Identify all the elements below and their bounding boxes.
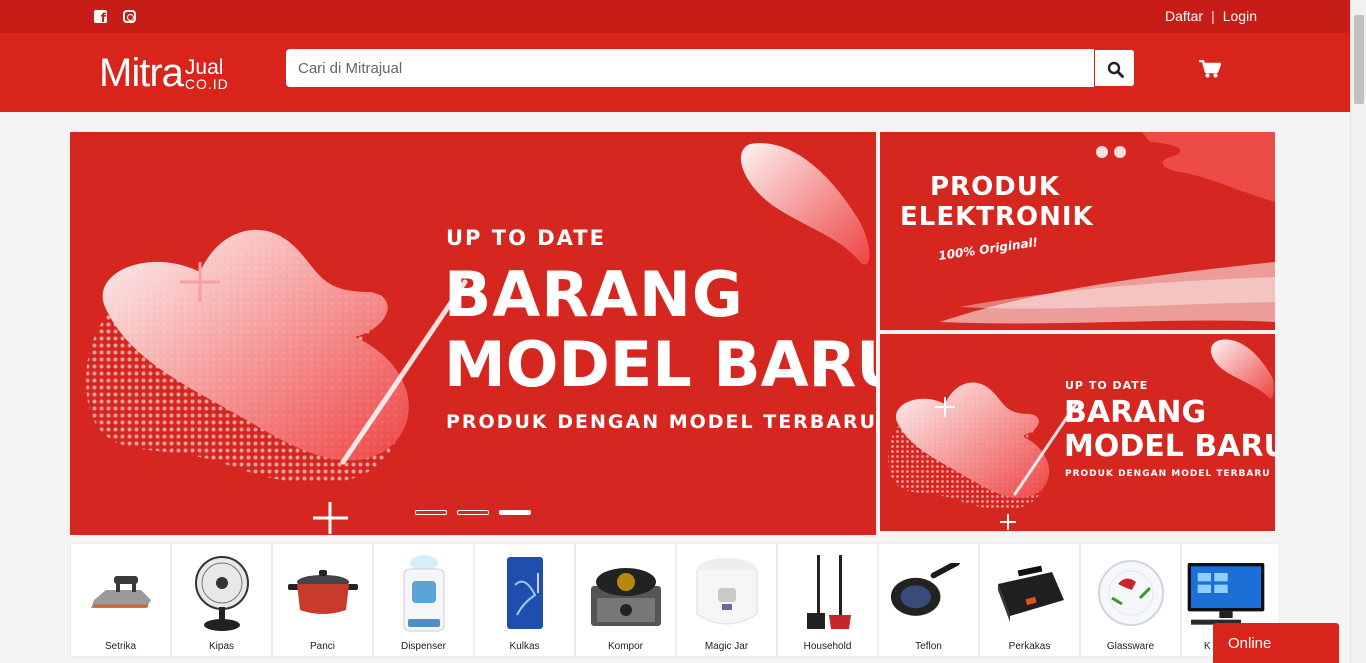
dustpan-icon [788,552,868,634]
toolbox-icon [990,552,1070,634]
cart-icon[interactable] [1199,60,1221,78]
fridge-icon [485,552,565,634]
category-setrika[interactable]: Setrika [70,543,171,657]
category-panci[interactable]: Panci [272,543,373,657]
category-household[interactable]: Household [777,543,878,657]
side-banner-title-line2: MODEL BARU [1064,429,1275,464]
category-label: Glassware [1106,641,1155,652]
hero-title-line1: BARANG [444,258,744,331]
logo-main-text: Mitra [99,51,184,95]
side-banner-title-line1: BARANG [1064,395,1207,430]
scrollbar-thumb[interactable] [1354,15,1364,104]
category-teflon[interactable]: Teflon [878,543,979,657]
facebook-icon[interactable] [94,10,107,25]
category-kipas[interactable]: Kipas [171,543,272,657]
category-strip: Setrika Kipas Panci Dispenser Kulkas Kom… [70,543,1278,657]
category-label: Panci [309,641,335,652]
login-link[interactable]: Login [1223,8,1257,24]
category-glassware[interactable]: Glassware [1080,543,1181,657]
stove-icon [586,552,666,634]
search-bar [286,49,1135,87]
side-banner-line1: PRODUK [930,172,1061,202]
category-label: Household [803,641,852,652]
dispenser-icon [384,552,464,634]
monitor-icon [1186,552,1266,634]
side-banner-new-model[interactable]: UP TO DATE BARANG MODEL BARU PRODUK DENG… [880,334,1275,531]
hero-tagline: PRODUK DENGAN MODEL TERBARU [446,411,876,433]
social-links [94,10,136,25]
category-label: Setrika [104,641,137,652]
pot-icon [283,552,363,634]
side-banner-kicker: UP TO DATE [1065,379,1149,392]
header: Mitra Jual CO.ID [0,33,1350,112]
iron-icon [81,552,161,634]
register-link[interactable]: Daftar [1165,8,1203,24]
logo-sub-top: Jual [184,56,224,79]
rice-cooker-icon [687,552,767,634]
search-button[interactable] [1094,49,1135,87]
category-magic-jar[interactable]: Magic Jar [676,543,777,657]
instagram-icon[interactable] [123,10,136,23]
carousel-dot-active[interactable] [499,510,531,515]
frying-pan-icon [889,552,969,634]
search-input[interactable] [286,49,1086,87]
category-kompor[interactable]: Kompor [575,543,676,657]
category-perkakas[interactable]: Perkakas [979,543,1080,657]
side-banner-tagline: PRODUK DENGAN MODEL TERBARU [1065,469,1271,479]
category-dispenser[interactable]: Dispenser [373,543,474,657]
category-label: Magic Jar [704,641,749,652]
category-label: Kulkas [509,641,540,652]
search-icon [1107,61,1124,78]
auth-links: Daftar | Login [1165,8,1257,24]
hero-banner[interactable]: UP TO DATE BARANG MODEL BARU PRODUK DENG… [70,132,876,535]
plate-icon [1091,552,1171,634]
auth-separator: | [1211,8,1215,24]
side-banner-line2: ELEKTRONIK [900,202,1094,232]
fan-icon [182,552,262,634]
category-label: Kipas [208,641,234,652]
carousel-indicators [415,510,531,515]
hero-title-line2: MODEL BARU [444,328,876,401]
category-kulkas[interactable]: Kulkas [474,543,575,657]
category-label: Dispenser [400,641,447,652]
category-label: Teflon [915,641,942,652]
carousel-dot[interactable] [415,510,447,515]
site-logo[interactable]: Mitra Jual CO.ID [99,51,229,95]
logo-sub: Jual CO.ID [185,57,229,91]
page-scrollbar[interactable] [1350,0,1366,663]
category-label: Perkakas [1008,641,1051,652]
chat-online-button[interactable]: Online [1213,623,1339,663]
side-banner-electronics[interactable]: PRODUK ELEKTRONIK 100% Original! [880,132,1275,330]
category-label: Kompor [607,641,643,652]
top-bar: Daftar | Login [0,0,1350,33]
hero-kicker: UP TO DATE [446,226,606,250]
carousel-dot[interactable] [457,510,489,515]
logo-sub-bottom: CO.ID [184,76,229,92]
